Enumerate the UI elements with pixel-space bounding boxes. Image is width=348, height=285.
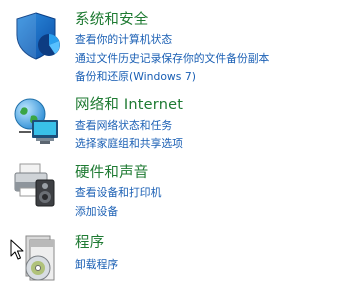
category-title-system-security[interactable]: 系统和安全 [75,11,149,29]
category-title-hardware-sound[interactable]: 硬件和声音 [75,164,149,182]
link-backup-restore-win7[interactable]: 备份和还原(Windows 7) [75,69,196,84]
link-uninstall-program[interactable]: 卸载程序 [75,257,118,272]
mouse-pointer-icon [10,239,24,261]
link-file-history-backup[interactable]: 通过文件历史记录保存你的文件备份副本 [75,51,269,66]
link-add-device[interactable]: 添加设备 [75,204,118,219]
category-title-network-internet[interactable]: 网络和 Internet [75,96,183,114]
link-homegroup-sharing[interactable]: 选择家庭组和共享选项 [75,136,183,151]
printer-speaker-icon[interactable] [12,160,64,212]
link-view-computer-status[interactable]: 查看你的计算机状态 [75,32,172,47]
shield-icon[interactable] [12,10,64,62]
link-devices-printers[interactable]: 查看设备和打印机 [75,185,161,200]
link-view-network-status[interactable]: 查看网络状态和任务 [75,118,172,133]
network-globe-icon[interactable] [12,96,64,148]
category-title-programs[interactable]: 程序 [75,234,104,252]
